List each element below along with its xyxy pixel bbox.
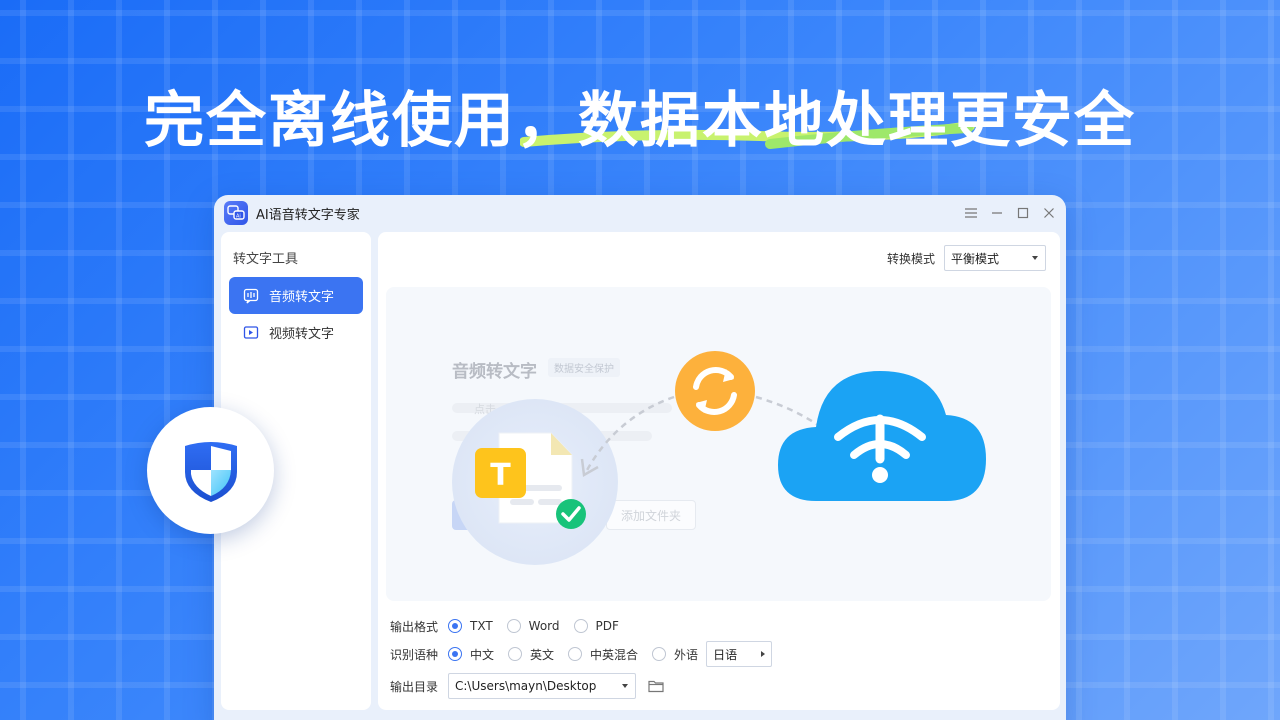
conversion-mode-value: 平衡模式 (951, 251, 1000, 266)
sync-icon (675, 351, 755, 431)
options-panel: 输出格式 TXT Word PDF 识别语种 中文 英文 中英混合 外语 日语 … (390, 612, 773, 704)
output-dir-row: 输出目录 C:\Users\mayn\Desktop (390, 668, 772, 704)
format-option-txt[interactable]: TXT (448, 619, 493, 633)
output-format-row: 输出格式 TXT Word PDF (390, 612, 772, 640)
app-logo-icon: Ai (224, 201, 248, 225)
security-shield-badge (147, 407, 274, 534)
language-option-chinese[interactable]: 中文 (448, 646, 494, 663)
language-row: 识别语种 中文 英文 中英混合 外语 日语 (390, 640, 773, 668)
format-option-pdf[interactable]: PDF (573, 619, 619, 633)
app-title: AI语音转文字专家 (256, 207, 360, 223)
file-drop-area[interactable]: 音频转文字 数据安全保护 点击 添加文件夹 T (386, 287, 1051, 601)
language-option-label: 英文 (530, 647, 555, 662)
check-badge-icon (556, 499, 586, 529)
foreign-language-value: 日语 (713, 647, 738, 662)
conversion-mode-select[interactable]: 平衡模式 (944, 245, 1046, 271)
offline-cloud-icon (778, 371, 986, 501)
dashed-arrow-right (755, 395, 819, 427)
language-option-mixed[interactable]: 中英混合 (568, 646, 638, 663)
language-option-label: 外语 (674, 647, 699, 662)
minimize-icon[interactable] (990, 206, 1004, 220)
headline-container: 完全离线使用，数据本地处理更安全 (0, 72, 1280, 159)
svg-text:T: T (490, 458, 511, 493)
output-format-label: 输出格式 (390, 619, 439, 634)
radio[interactable] (508, 647, 523, 661)
output-dir-value: C:\Users\mayn\Desktop (455, 679, 597, 693)
language-option-foreign[interactable]: 外语 (652, 646, 698, 663)
sidebar-item-audio-to-text[interactable]: 音频转文字 (229, 277, 363, 314)
format-option-label: TXT (470, 619, 493, 633)
text-letter-badge-icon: T (475, 448, 526, 498)
conversion-mode-label: 转换模式 (886, 251, 935, 266)
folder-icon[interactable] (648, 679, 664, 693)
video-text-icon (243, 325, 259, 339)
format-option-word[interactable]: Word (506, 619, 560, 633)
conversion-mode-row: 转换模式 平衡模式 (887, 245, 1046, 271)
maximize-icon[interactable] (1016, 206, 1030, 220)
radio[interactable] (573, 619, 588, 633)
language-option-label: 中文 (470, 647, 495, 662)
output-dir-select[interactable]: C:\Users\mayn\Desktop (448, 673, 636, 699)
title-bar: Ai AI语音转文字专家 (214, 195, 1066, 231)
radio[interactable] (568, 647, 583, 661)
radio-selected[interactable] (448, 619, 462, 633)
offline-illustration: T (475, 351, 986, 529)
menu-icon[interactable] (964, 206, 978, 220)
app-window: Ai AI语音转文字专家 转文字工具 音频转文字 视频转文字 转换模式 平衡模式… (214, 195, 1066, 720)
audio-text-icon (243, 288, 259, 303)
close-icon[interactable] (1042, 206, 1056, 220)
format-option-label: PDF (595, 619, 619, 633)
svg-text:Ai: Ai (236, 214, 241, 220)
chevron-down-icon (1032, 256, 1038, 260)
main-panel: 转换模式 平衡模式 音频转文字 数据安全保护 点击 添加文件夹 T 输出格式 T… (378, 232, 1060, 710)
shield-icon (184, 441, 237, 502)
foreign-language-select[interactable]: 日语 (706, 641, 773, 667)
window-controls (964, 206, 1056, 220)
format-option-label: Word (528, 619, 560, 633)
sidebar-item-label: 视频转文字 (269, 327, 335, 342)
chevron-down-icon (622, 684, 628, 688)
language-label: 识别语种 (390, 647, 439, 662)
dashed-arrow-left (584, 395, 675, 473)
radio-selected[interactable] (448, 647, 462, 661)
output-dir-label: 输出目录 (390, 679, 439, 694)
language-option-label: 中英混合 (590, 647, 639, 662)
sidebar-heading: 转文字工具 (233, 252, 299, 267)
chevron-right-icon (761, 651, 766, 657)
sidebar-item-label: 音频转文字 (269, 290, 335, 305)
headline: 完全离线使用，数据本地处理更安全 (144, 86, 1136, 156)
sidebar-item-video-to-text[interactable]: 视频转文字 (229, 314, 363, 351)
radio[interactable] (506, 619, 521, 633)
radio[interactable] (652, 647, 667, 661)
language-option-english[interactable]: 英文 (508, 646, 554, 663)
